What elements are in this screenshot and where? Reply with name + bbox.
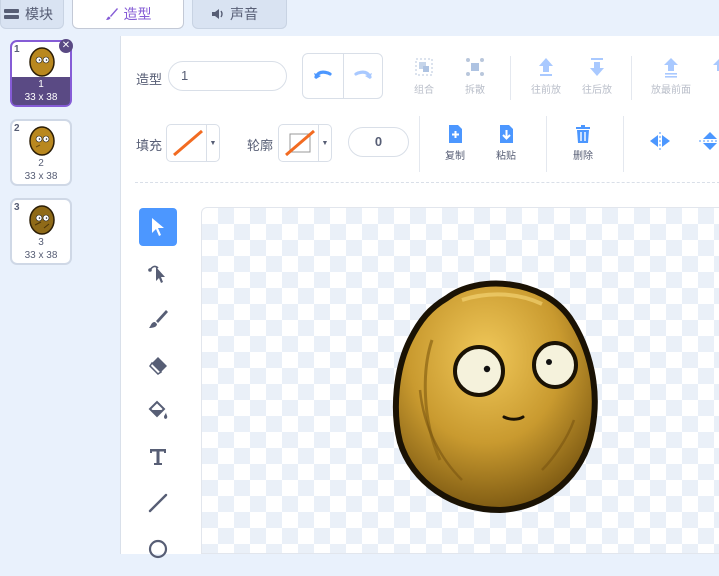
tab-sounds[interactable]: 声音 xyxy=(192,0,287,29)
reshape-tool[interactable] xyxy=(139,254,177,292)
forward-button[interactable]: 往前放 xyxy=(521,56,571,96)
fill-color-swatch xyxy=(173,129,203,157)
paint-toolbox xyxy=(139,208,179,576)
costume-name: 3 xyxy=(38,237,44,248)
tab-costumes-label: 造型 xyxy=(123,6,152,22)
tab-code-label: 模块 xyxy=(25,6,53,22)
select-icon xyxy=(152,218,164,236)
reshape-icon xyxy=(148,265,165,283)
costume-item[interactable]: 1 1 33 x 38 ✕ xyxy=(10,39,73,107)
undo-button[interactable] xyxy=(303,54,343,98)
costume-size: 33 x 38 xyxy=(24,92,58,103)
backward-button[interactable]: 往后放 xyxy=(572,56,622,96)
text-tool[interactable] xyxy=(139,438,177,476)
tab-costumes[interactable]: 造型 xyxy=(72,0,184,29)
wall-nut-costume-image xyxy=(392,280,598,514)
redo-icon xyxy=(354,70,372,79)
costume-thumbnail xyxy=(29,47,55,77)
paste-button[interactable]: 粘贴 xyxy=(481,124,531,162)
chevron-down-icon: ▼ xyxy=(206,125,219,161)
fill-label: 填充 xyxy=(136,138,163,153)
brush-tool[interactable] xyxy=(139,300,177,338)
text-icon xyxy=(150,449,166,465)
costume-name-input[interactable]: 1 xyxy=(168,61,287,91)
tab-code[interactable]: 模块 xyxy=(0,0,64,29)
code-blocks-icon xyxy=(4,8,20,20)
copy-icon xyxy=(449,125,462,143)
undo-redo-group xyxy=(302,53,383,99)
paste-icon xyxy=(500,125,513,143)
brush-icon xyxy=(149,310,168,328)
redo-button[interactable] xyxy=(342,54,383,98)
costume-list: 1 1 33 x 38 ✕ 2 2 33 x 38 3 3 33 x 38 xyxy=(0,30,116,554)
eraser-tool[interactable] xyxy=(139,346,177,384)
outline-color-picker[interactable]: ▼ xyxy=(278,124,332,162)
bring-to-front-button[interactable]: 放最前面 xyxy=(643,56,699,96)
flip-horizontal-icon xyxy=(650,132,670,150)
editor-tabs: 模块 造型 声音 xyxy=(0,0,719,30)
tab-sounds-label: 声音 xyxy=(230,6,258,22)
flip-horizontal-button[interactable] xyxy=(635,132,685,153)
fill-icon xyxy=(148,400,168,419)
costume-name: 1 xyxy=(38,79,44,90)
ungroup-button[interactable]: 拆散 xyxy=(450,56,500,96)
paintbrush-icon xyxy=(105,7,119,21)
costume-index: 2 xyxy=(14,123,20,134)
outline-width-input[interactable]: 0 xyxy=(348,127,409,157)
eraser-icon xyxy=(149,357,167,375)
costume-size: 33 x 38 xyxy=(24,171,58,182)
undo-icon xyxy=(313,70,332,79)
ungroup-icon xyxy=(466,58,484,76)
copy-button[interactable]: 复制 xyxy=(430,124,480,162)
costume-size: 33 x 38 xyxy=(24,250,58,261)
select-tool[interactable] xyxy=(139,208,177,246)
arrow-down-icon xyxy=(590,58,604,76)
fill-color-picker[interactable]: ▼ xyxy=(166,124,220,162)
bring-front-icon xyxy=(664,58,678,78)
circle-tool[interactable] xyxy=(139,530,177,568)
outline-label: 轮廓 xyxy=(247,138,274,153)
arrow-up-icon xyxy=(539,58,553,76)
chevron-down-icon: ▼ xyxy=(318,125,331,161)
paint-editor: 造型 1 组合 拆散 往前放 往后放 放最前面 填充 ▼ 轮廓 ▼ 0 复制 粘… xyxy=(120,36,719,559)
group-icon xyxy=(415,58,433,76)
delete-button[interactable]: 删除 xyxy=(558,124,608,162)
trash-icon xyxy=(576,125,590,143)
costume-name: 2 xyxy=(38,158,44,169)
delete-costume-button[interactable]: ✕ xyxy=(59,39,73,53)
costume-item[interactable]: 2 2 33 x 38 xyxy=(10,119,72,186)
flip-vertical-button[interactable] xyxy=(695,130,719,155)
costume-index: 3 xyxy=(14,202,20,213)
costume-thumbnail xyxy=(29,126,55,156)
send-to-back-button[interactable] xyxy=(705,56,719,81)
line-icon xyxy=(148,493,168,513)
circle-icon xyxy=(148,539,168,559)
send-back-icon xyxy=(713,59,719,71)
group-button[interactable]: 组合 xyxy=(399,56,449,96)
outline-color-swatch xyxy=(285,129,315,157)
costume-name-label: 造型 xyxy=(136,72,163,87)
costume-index: 1 xyxy=(14,44,20,55)
fill-tool[interactable] xyxy=(139,392,177,430)
costume-item[interactable]: 3 3 33 x 38 xyxy=(10,198,72,265)
costume-thumbnail xyxy=(29,205,55,235)
paint-canvas[interactable] xyxy=(201,207,719,554)
line-tool[interactable] xyxy=(139,484,177,522)
speaker-icon xyxy=(211,8,225,20)
flip-vertical-icon xyxy=(699,132,719,150)
